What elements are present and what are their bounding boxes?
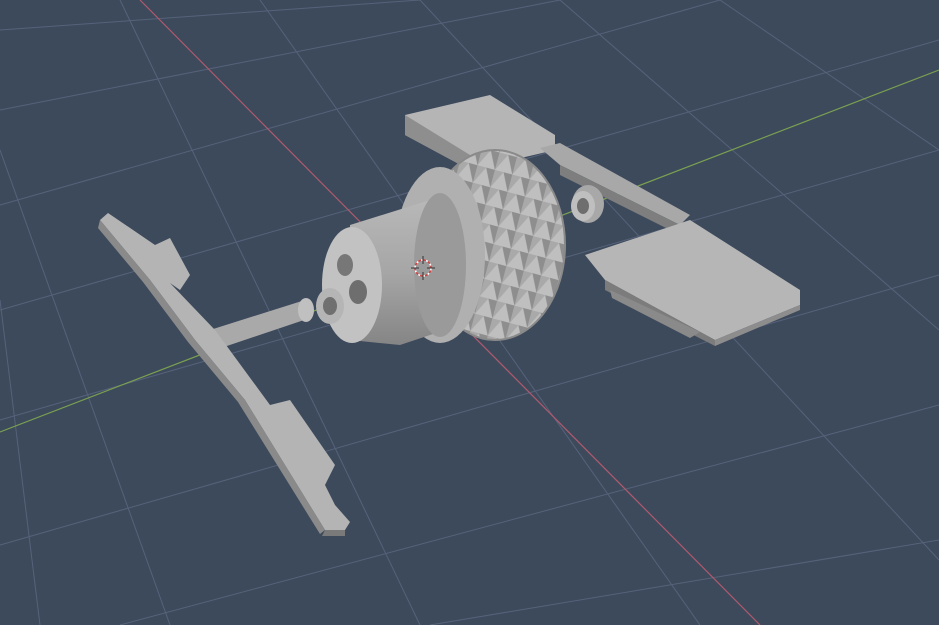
3d-viewport[interactable]	[0, 0, 939, 625]
small-bushing[interactable]	[571, 185, 604, 223]
scene-canvas[interactable]	[0, 0, 939, 625]
hub-cylinder[interactable]	[322, 193, 466, 345]
left-bracket[interactable]	[98, 213, 350, 536]
